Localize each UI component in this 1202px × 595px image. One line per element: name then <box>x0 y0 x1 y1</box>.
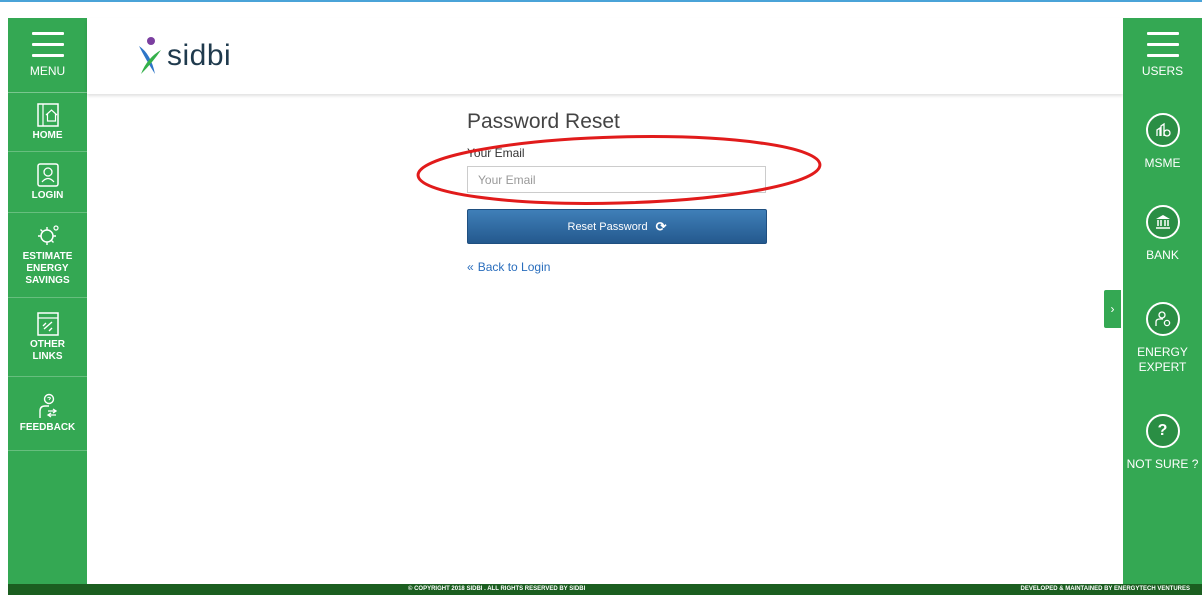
role-item-not-sure[interactable]: ? NOT SURE ? <box>1123 414 1202 472</box>
sidebar-item-label: LOGIN <box>31 189 64 201</box>
refresh-icon: ⟳ <box>655 218 667 234</box>
role-item-bank[interactable]: BANK <box>1123 205 1202 263</box>
back-link-label: Back to Login <box>477 260 551 274</box>
hamburger-icon <box>1146 32 1179 58</box>
page-title: Password Reset <box>467 110 620 133</box>
role-item-msme[interactable]: MSME <box>1123 113 1202 171</box>
logo-text: sidbi <box>167 39 232 72</box>
energy-savings-icon <box>37 224 59 245</box>
sidebar-item-estimate-energy-savings[interactable]: ESTIMATE ENERGY SAVINGS <box>8 213 87 298</box>
developer-credit: DEVELOPED & MAINTAINED BY ENERGYTECH VEN… <box>1020 586 1190 592</box>
top-border <box>0 0 1202 2</box>
email-field[interactable] <box>467 166 766 193</box>
users-button[interactable]: USERS <box>1123 18 1202 93</box>
sidebar-item-label: HOME <box>32 129 63 141</box>
sidebar-item-feedback[interactable]: FEEDBACK <box>8 377 87 451</box>
back-to-login-link[interactable]: «Back to Login <box>467 260 550 274</box>
sidebar-toggle-tab[interactable]: › <box>1104 290 1121 328</box>
copyright-text: © COPYRIGHT 2018 SIDBI . ALL RIGHTS RESE… <box>408 586 586 592</box>
right-sidebar: USERS MSME BANK ENERGY EXPERT ? NOT SURE… <box>1123 18 1202 584</box>
sidebar-item-home[interactable]: HOME <box>8 93 87 152</box>
bank-icon <box>1145 205 1180 239</box>
sidebar-item-label: ESTIMATE ENERGY SAVINGS <box>22 250 73 286</box>
reset-password-button[interactable]: Reset Password ⟳ <box>467 209 767 244</box>
sidebar-item-other-links[interactable]: OTHER LINKS <box>8 298 87 377</box>
role-label: MSME <box>1144 156 1181 170</box>
role-label: BANK <box>1146 248 1179 262</box>
chevron-right-icon: › <box>1110 302 1115 316</box>
login-user-icon <box>36 162 59 187</box>
top-header: sidbi <box>87 18 1123 94</box>
role-label: NOT SURE ? <box>1126 457 1199 471</box>
menu-label: MENU <box>29 64 66 78</box>
double-chevron-left-icon: « <box>467 260 474 274</box>
sidebar-item-login[interactable]: LOGIN <box>8 152 87 213</box>
sidebar-item-label: FEEDBACK <box>19 422 76 433</box>
energy-expert-icon <box>1145 302 1180 336</box>
email-label: Your Email <box>467 146 525 160</box>
users-label: USERS <box>1141 64 1184 78</box>
sidbi-logo-mark-icon <box>139 37 161 74</box>
feedback-icon <box>38 393 57 418</box>
sidbi-logo[interactable]: sidbi <box>137 36 231 76</box>
role-label: ENERGY EXPERT <box>1137 345 1188 374</box>
links-icon <box>36 311 59 336</box>
question-icon: ? <box>1145 414 1180 448</box>
sidebar-item-label: OTHER LINKS <box>30 338 65 362</box>
footer: © COPYRIGHT 2018 SIDBI . ALL RIGHTS RESE… <box>8 584 1202 595</box>
role-item-energy-expert[interactable]: ENERGY EXPERT <box>1123 302 1202 375</box>
home-building-icon <box>36 102 59 127</box>
left-sidebar: MENU HOME LOGIN ESTIMATE ENERGY SAVINGS <box>8 18 87 584</box>
menu-button[interactable]: MENU <box>8 18 87 93</box>
reset-password-label: Reset Password <box>567 220 648 233</box>
hamburger-icon <box>31 32 64 58</box>
msme-icon <box>1145 113 1180 147</box>
